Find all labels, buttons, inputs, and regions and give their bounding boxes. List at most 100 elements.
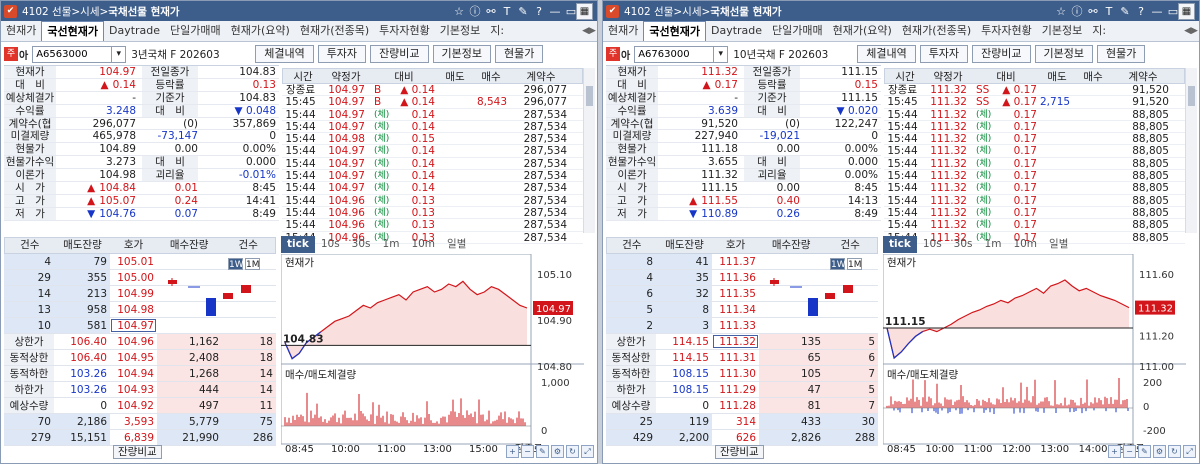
toolbar-button-0[interactable]: 체결내역 [255, 45, 314, 63]
toolbar-button-4[interactable]: 현물가 [495, 45, 544, 63]
pin-icon[interactable]: ✎ [517, 5, 529, 18]
chart-tab-1[interactable]: 10s [315, 236, 346, 253]
toolbar-button-0[interactable]: 체결내역 [857, 45, 916, 63]
tab-8[interactable]: 지: [485, 21, 509, 41]
refresh-icon[interactable]: ↻ [1168, 445, 1181, 458]
ob-price[interactable]: 111.30 [712, 366, 759, 381]
toolbar-button-1[interactable]: 투자자 [919, 45, 969, 63]
tick-row[interactable]: 15:44 111.32 (체) 0.17 88,805 [884, 219, 1185, 232]
orderbook-row[interactable]: 예상수량 0 104.92 497 11 [4, 398, 276, 414]
tab-4[interactable]: 현재가(요약) [226, 21, 295, 41]
ob-price[interactable]: 104.96 [110, 334, 157, 349]
period-m-button[interactable]: 1M [245, 258, 260, 270]
link-icon[interactable]: ⚯ [485, 5, 497, 18]
chart-tab-5[interactable]: 일별 [441, 236, 472, 253]
ob-price[interactable]: 104.93 [110, 382, 157, 397]
text-icon[interactable]: T [501, 5, 513, 18]
ob-price[interactable]: 111.33 [712, 318, 759, 333]
tab-2[interactable]: Daytrade [104, 21, 165, 41]
tab-5[interactable]: 현재가(전종목) [897, 21, 976, 41]
balance-compare-button[interactable]: 잔량비교 [715, 445, 764, 459]
ob-price[interactable]: 6,839 [110, 430, 157, 445]
toolbar-button-3[interactable]: 기본정보 [1034, 45, 1094, 63]
orderbook-row[interactable]: 동적상한 106.40 104.95 2,408 18 [4, 350, 276, 366]
orderbook-row[interactable]: 동적하한 103.26 104.94 1,268 14 [4, 366, 276, 382]
toolbar-button-3[interactable]: 기본정보 [432, 45, 492, 63]
refresh-icon[interactable]: ↻ [566, 445, 579, 458]
tick-row[interactable]: 15:44 111.32 (체) 0.17 88,805 [884, 170, 1185, 183]
text-icon[interactable]: T [1103, 5, 1115, 18]
tick-row[interactable]: 15:44 111.32 (체) 0.17 88,805 [884, 158, 1185, 171]
grid-icon[interactable]: ▦ [1178, 3, 1195, 20]
tab-2[interactable]: Daytrade [706, 21, 767, 41]
chart-tab-1[interactable]: 10s [917, 236, 948, 253]
expand-icon[interactable]: ⤢ [1183, 445, 1196, 458]
zoom-out-icon[interactable]: − [1123, 445, 1136, 458]
ob-price[interactable]: 104.97 [110, 318, 157, 333]
ob-price[interactable]: 104.94 [110, 366, 157, 381]
ob-price[interactable]: 111.34 [712, 302, 759, 317]
tab-0[interactable]: 현재가 [603, 21, 643, 41]
period-w-button[interactable]: 1W [228, 258, 244, 270]
tab-8[interactable]: 지: [1087, 21, 1111, 41]
tick-row[interactable]: 15:44 111.32 (체) 0.17 88,805 [884, 145, 1185, 158]
tick-row[interactable]: 15:44 104.97 (체) 0.14 287,534 [282, 121, 583, 134]
tick-row[interactable]: 15:45 104.97 B ▲ 0.14 8,543 296,077 [282, 96, 583, 109]
tick-row[interactable]: 15:44 111.32 (체) 0.17 88,805 [884, 109, 1185, 121]
tick-row[interactable]: 15:45 111.32 SS ▲ 0.17 2,715 91,520 [884, 96, 1185, 109]
pencil-icon[interactable]: ✎ [1138, 445, 1151, 458]
info-icon[interactable]: ⓘ [1071, 3, 1083, 19]
settings-icon[interactable]: ⚙ [551, 445, 564, 458]
orderbook-row[interactable]: 하한가 108.15 111.29 47 5 [606, 382, 878, 398]
tick-row[interactable]: 15:44 111.32 (체) 0.17 88,805 [884, 121, 1185, 134]
tick-scrollbar[interactable] [1185, 68, 1197, 233]
ob-price[interactable]: 111.36 [712, 270, 759, 285]
code-input[interactable] [634, 45, 715, 63]
tick-row[interactable]: 15:44 111.32 (체) 0.17 88,805 [884, 207, 1185, 220]
tick-row[interactable]: 15:44 104.97 (체) 0.14 287,534 [282, 182, 583, 195]
tick-row[interactable]: 15:44 104.97 (체) 0.14 287,534 [282, 109, 583, 121]
zoom-in-icon[interactable]: + [1108, 445, 1121, 458]
tab-1[interactable]: 국선현재가 [41, 21, 104, 41]
orderbook-row[interactable]: 70 2,186 3,593 5,779 75 [4, 414, 276, 430]
orderbook-row[interactable]: 429 2,200 626 2,826 288 [606, 430, 878, 446]
toolbar-button-2[interactable]: 잔량비교 [972, 45, 1031, 63]
ob-price[interactable]: 3,593 [110, 414, 157, 429]
chart-tab-4[interactable]: 10m [1007, 236, 1043, 253]
ob-price[interactable]: 104.98 [110, 302, 157, 317]
help-icon[interactable]: ? [1135, 5, 1147, 18]
ob-price[interactable]: 104.92 [110, 398, 157, 413]
minimize-icon[interactable]: — [1151, 5, 1163, 18]
ob-price[interactable]: 626 [712, 430, 759, 445]
tick-row[interactable]: 장종료 111.32 SS ▲ 0.17 91,520 [884, 84, 1185, 97]
ob-price[interactable]: 111.32 [712, 334, 759, 349]
ob-price[interactable]: 111.28 [712, 398, 759, 413]
chart-tab-5[interactable]: 일별 [1043, 236, 1074, 253]
tab-scroll-icon[interactable]: ◀▶ [581, 23, 597, 40]
tab-3[interactable]: 단일가매매 [165, 21, 226, 41]
tick-row[interactable]: 15:44 104.96 (체) 0.13 287,534 [282, 219, 583, 232]
orderbook-row[interactable]: 279 15,151 6,839 21,990 286 [4, 430, 276, 446]
tick-row[interactable]: 15:44 111.32 (체) 0.17 88,805 [884, 133, 1185, 146]
tab-scroll-icon[interactable]: ◀▶ [1183, 23, 1199, 40]
orderbook-row[interactable]: 25 119 314 433 30 [606, 414, 878, 430]
tab-4[interactable]: 현재가(요약) [828, 21, 897, 41]
favorite-icon[interactable]: 주 [606, 47, 620, 61]
orderbook-row[interactable]: 동적하한 108.15 111.30 105 7 [606, 366, 878, 382]
settings-icon[interactable]: ⚙ [1153, 445, 1166, 458]
chart-tab-2[interactable]: 30s [346, 236, 377, 253]
tick-scrollbar[interactable] [583, 68, 595, 233]
orderbook-row[interactable]: 상한가 106.40 104.96 1,162 18 [4, 334, 276, 350]
tick-row[interactable]: 15:44 104.98 (체) 0.15 287,534 [282, 133, 583, 146]
grid-icon[interactable]: ▦ [576, 3, 593, 20]
tick-row[interactable]: 15:44 104.96 (체) 0.13 287,534 [282, 207, 583, 220]
period-w-button[interactable]: 1W [830, 258, 846, 270]
dropdown-icon[interactable]: ▾ [714, 45, 729, 63]
help-icon[interactable]: ? [533, 5, 545, 18]
chart-tab-3[interactable]: 1m [377, 236, 406, 253]
star-icon[interactable]: ☆ [453, 5, 465, 18]
tab-3[interactable]: 단일가매매 [767, 21, 828, 41]
chart-tab-0[interactable]: tick [883, 236, 917, 253]
tab-6[interactable]: 투자자현황 [976, 21, 1037, 41]
ob-price[interactable]: 111.29 [712, 382, 759, 397]
